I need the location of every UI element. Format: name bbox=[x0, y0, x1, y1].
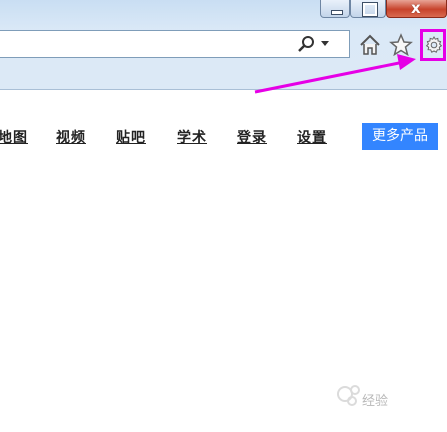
nav-link-login[interactable]: 登录 bbox=[237, 127, 267, 147]
star-icon[interactable] bbox=[389, 33, 413, 57]
nav-link-settings[interactable]: 设置 bbox=[297, 127, 327, 147]
nav-link-tieba[interactable]: 贴吧 bbox=[116, 127, 146, 147]
nav-link-scholar[interactable]: 学术 bbox=[177, 127, 207, 147]
nav-link-video[interactable]: 视频 bbox=[56, 127, 86, 147]
maximize-icon bbox=[362, 2, 378, 17]
maximize-button[interactable] bbox=[350, 0, 386, 18]
search-icon[interactable] bbox=[295, 34, 317, 54]
minimize-icon bbox=[331, 10, 343, 15]
gear-icon[interactable] bbox=[425, 36, 443, 54]
watermark-text: 经验 bbox=[362, 394, 389, 409]
close-button[interactable]: x bbox=[386, 0, 447, 18]
address-bar[interactable] bbox=[0, 30, 350, 58]
top-nav: 地图 视频 贴吧 学术 登录 设置 bbox=[0, 96, 447, 146]
chevron-down-icon[interactable] bbox=[321, 41, 329, 46]
toolbar-divider bbox=[0, 89, 447, 90]
more-products-button[interactable]: 更多产品 bbox=[362, 123, 438, 150]
close-icon: x bbox=[411, 0, 421, 17]
tools-button-highlight[interactable] bbox=[420, 29, 446, 61]
home-icon[interactable] bbox=[358, 33, 382, 57]
nav-link-map[interactable]: 地图 bbox=[0, 127, 28, 147]
minimize-button[interactable] bbox=[320, 0, 350, 18]
